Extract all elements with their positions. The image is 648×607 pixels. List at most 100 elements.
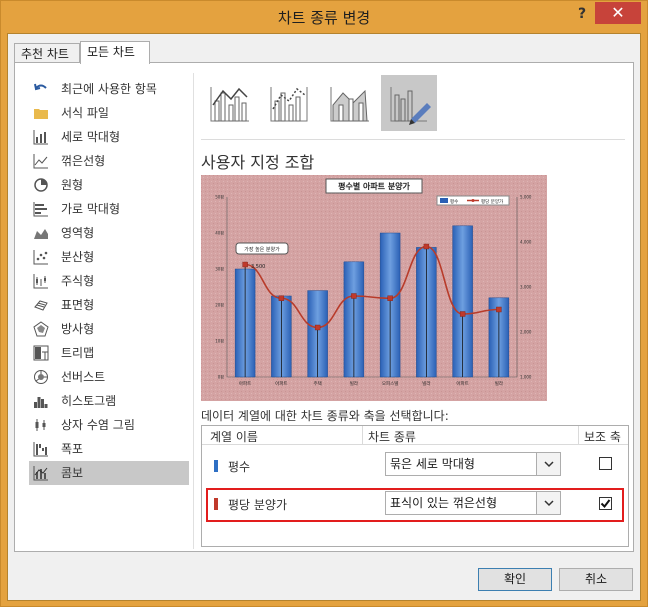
- nav-item-label: 상자 수염 그림: [61, 418, 135, 432]
- chart-type-dropdown[interactable]: 표식이 있는 꺾은선형: [385, 491, 561, 515]
- nav-item-recent[interactable]: 최근에 사용한 항목: [29, 77, 189, 101]
- subtype-custom-combination[interactable]: [381, 75, 437, 131]
- right-axis-tick-label: 5,000: [520, 195, 532, 200]
- series-instruction: 데이터 계열에 대한 차트 종류와 축을 선택합니다:: [201, 409, 449, 423]
- line-marker: [278, 295, 285, 301]
- treemap-chart-icon: [33, 345, 49, 361]
- category-label: 오피스텔: [382, 380, 399, 387]
- callout-value: 3,500: [251, 264, 265, 270]
- chevron-down-icon: [544, 461, 554, 468]
- category-label: 아파트: [239, 380, 251, 387]
- nav-item-treemap[interactable]: 트리맵: [29, 341, 189, 365]
- nav-item-label: 가로 막대형: [61, 202, 121, 216]
- column-chart-icon: [33, 130, 48, 145]
- tab-all-charts[interactable]: 모든 차트: [80, 41, 150, 64]
- cancel-button[interactable]: 취소: [559, 568, 633, 591]
- clustered-column-line-icon: [210, 87, 249, 122]
- left-axis-tick-label: 30평: [215, 266, 224, 272]
- category-label: 빌라: [422, 380, 431, 387]
- nav-item-templates[interactable]: 서식 파일: [29, 101, 189, 125]
- nav-item-waterfall[interactable]: 폭포: [29, 437, 189, 461]
- nav-item-surface[interactable]: 표면형: [29, 293, 189, 317]
- left-axis-tick-label: 10평: [215, 338, 224, 344]
- line-marker: [314, 324, 321, 331]
- dropdown-arrow[interactable]: [536, 492, 560, 514]
- combo-chart-icon: [33, 466, 48, 481]
- subtype-separator: [201, 139, 625, 140]
- panel-divider: [193, 73, 194, 549]
- ok-button[interactable]: 확인: [478, 568, 552, 591]
- nav-item-column[interactable]: 세로 막대형: [29, 125, 189, 149]
- nav-item-label: 세로 막대형: [61, 130, 121, 144]
- nav-item-label: 영역형: [61, 226, 95, 240]
- line-marker: [459, 311, 466, 317]
- line-marker: [242, 261, 248, 268]
- series-color-marker: [214, 498, 218, 510]
- legend-marker-line: [471, 199, 475, 202]
- surface-chart-icon: [34, 300, 48, 311]
- nav-item-box-whisker[interactable]: 상자 수염 그림: [29, 413, 189, 437]
- bar-chart-icon: [33, 202, 48, 217]
- all-charts-panel: 최근에 사용한 항목 서식 파일 세로 막대형 꺾은선형 원형 가로 막대형 영…: [14, 62, 634, 552]
- nav-item-radar[interactable]: 방사형: [29, 317, 189, 341]
- category-label: 아파트: [456, 380, 468, 387]
- chart-type-dropdown[interactable]: 묶은 세로 막대형: [385, 452, 561, 476]
- right-axis-tick-label: 3,000: [520, 285, 532, 290]
- secondary-axis-checkbox[interactable]: [599, 497, 612, 510]
- series-table: 계열 이름 차트 종류 보조 축 평수 묶은 세로 막대형 평당 분양가 표식이…: [201, 425, 629, 547]
- left-axis-tick-label: 0평: [218, 374, 225, 380]
- histogram-chart-icon: [34, 397, 48, 408]
- nav-item-stock[interactable]: 주식형: [29, 269, 189, 293]
- line-marker: [387, 295, 393, 301]
- chart-preview-svg: 평수별 아파트 분양가 평수 평당 분양가 0평 10평 20평 30평 40평 50평 1…: [201, 175, 547, 401]
- line-chart-icon: [33, 154, 48, 169]
- nav-item-label: 서식 파일: [61, 106, 109, 120]
- nav-item-bar[interactable]: 가로 막대형: [29, 197, 189, 221]
- line-marker: [423, 243, 430, 250]
- header-divider: [202, 444, 628, 445]
- right-axis-tick-label: 4,000: [520, 240, 532, 245]
- right-axis-tick-label: 2,000: [520, 330, 532, 335]
- nav-item-label: 트리맵: [61, 346, 95, 360]
- nav-item-combo[interactable]: 콤보: [29, 461, 189, 485]
- pie-chart-icon: [34, 178, 48, 192]
- header-series-name: 계열 이름: [210, 430, 258, 444]
- chevron-down-icon: [544, 500, 554, 507]
- nav-item-sunburst[interactable]: 선버스트: [29, 365, 189, 389]
- dropdown-arrow[interactable]: [536, 453, 560, 475]
- header-chart-type: 차트 종류: [368, 430, 416, 444]
- chart-type-list: 최근에 사용한 항목 서식 파일 세로 막대형 꺾은선형 원형 가로 막대형 영…: [29, 77, 189, 485]
- subtype-clustered-column-line-secondary[interactable]: [261, 75, 317, 131]
- radar-chart-icon: [33, 321, 49, 337]
- area-chart-icon: [34, 229, 48, 239]
- preview-legend: 평수 평당 분양가: [436, 195, 510, 206]
- secondary-axis-checkbox[interactable]: [599, 457, 612, 470]
- left-axis-tick-label: 40평: [215, 230, 224, 236]
- series-color-marker: [214, 460, 218, 472]
- subtype-clustered-column-line[interactable]: [201, 75, 257, 131]
- nav-item-area[interactable]: 영역형: [29, 221, 189, 245]
- category-label: 주택: [313, 380, 321, 387]
- nav-item-label: 히스토그램: [61, 394, 117, 408]
- help-button[interactable]: ?: [569, 3, 595, 27]
- tab-recommended-charts[interactable]: 추천 차트: [14, 43, 80, 63]
- category-label: 빌라: [495, 380, 504, 387]
- legend-label-columns: 평수: [450, 198, 458, 205]
- left-axis-tick-label: 50평: [215, 194, 224, 200]
- nav-item-pie[interactable]: 원형: [29, 173, 189, 197]
- preview-title: 평수별 아파트 분양가: [338, 181, 410, 191]
- line-marker: [496, 306, 502, 313]
- close-button[interactable]: ✕: [595, 2, 641, 24]
- dialog-body: 추천 차트 모든 차트 최근에 사용한 항목 서식 파일 세로 막대형 꺾은선형…: [7, 33, 641, 601]
- category-label: 아파트: [275, 380, 287, 387]
- box-whisker-chart-icon: [35, 419, 46, 431]
- subtype-stacked-area-clustered-column[interactable]: [321, 75, 377, 131]
- custom-combination-icon: [390, 87, 431, 125]
- nav-item-line[interactable]: 꺾은선형: [29, 149, 189, 173]
- right-axis-tick-label: 1,000: [520, 375, 532, 380]
- chart-preview: 평수별 아파트 분양가 평수 평당 분양가 0평 10평 20평 30평 40평 50평 1…: [201, 175, 547, 401]
- nav-item-histogram[interactable]: 히스토그램: [29, 389, 189, 413]
- section-title: 사용자 지정 조합: [201, 153, 315, 172]
- checkmark-icon: [600, 499, 611, 509]
- nav-item-scatter[interactable]: 분산형: [29, 245, 189, 269]
